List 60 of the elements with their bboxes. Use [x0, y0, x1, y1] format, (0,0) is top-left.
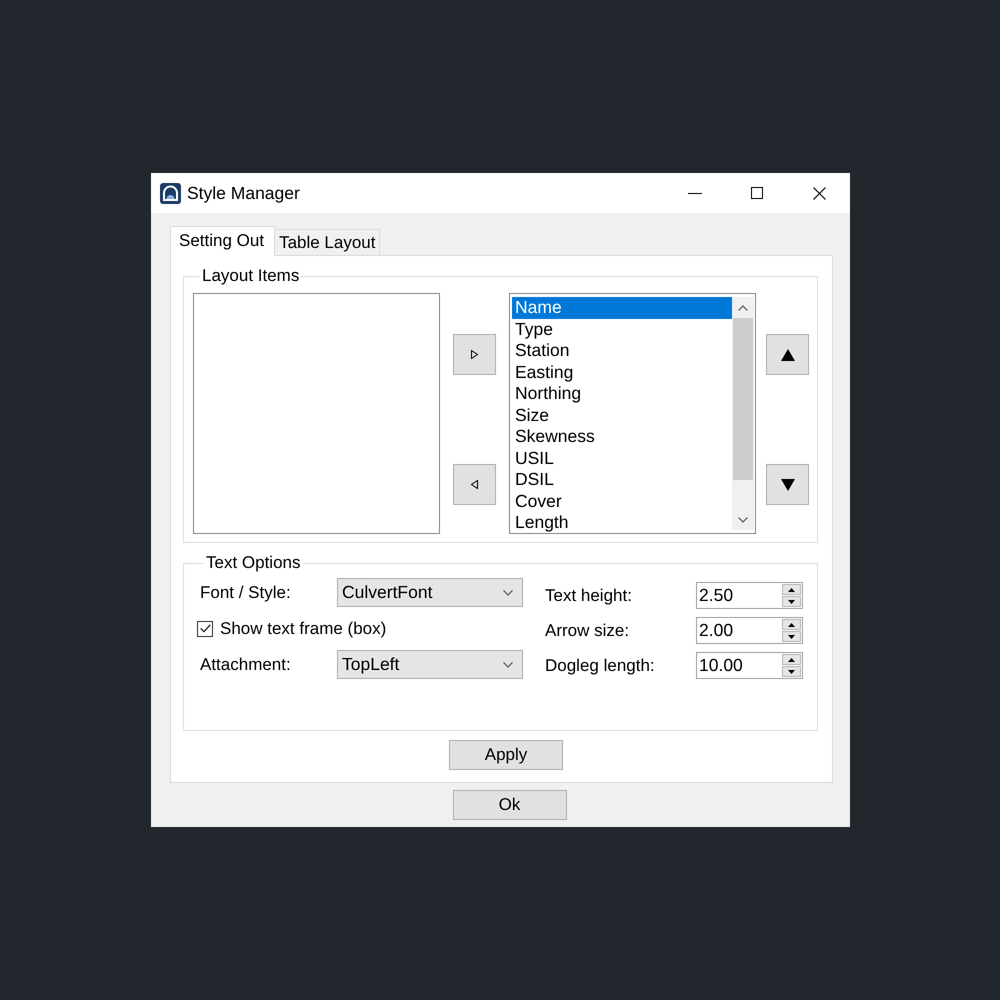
spin-box[interactable]: 2.50 — [696, 582, 803, 609]
close-icon — [812, 186, 826, 200]
window-title: Style Manager — [187, 182, 300, 204]
dropdown[interactable]: CulvertFont — [337, 578, 523, 607]
move-down-button[interactable] — [766, 464, 809, 505]
chevron-up-icon[interactable] — [738, 304, 748, 310]
triangle-right-icon — [471, 350, 478, 359]
list-item[interactable]: Length — [512, 512, 732, 534]
apply-button[interactable]: Apply — [449, 740, 563, 770]
scrollbar-thumb[interactable] — [733, 318, 753, 480]
spin-up-button[interactable] — [782, 619, 801, 630]
triangle-down-icon — [788, 634, 795, 638]
list-item[interactable]: Skewness — [512, 426, 732, 448]
list-box[interactable]: Name Type Station Easting Northing Size Skewness USIL DSIL Cover Length — [509, 293, 756, 534]
scrollbar[interactable] — [732, 297, 754, 530]
ok-button[interactable]: Ok — [452, 790, 566, 820]
dropdown[interactable]: TopLeft — [337, 650, 523, 679]
list-item[interactable]: Size — [512, 404, 732, 426]
app-icon — [160, 182, 181, 204]
checkbox[interactable] — [197, 620, 213, 636]
checkbox-label[interactable]: Show text frame (box) — [220, 618, 386, 638]
tab[interactable]: Setting Out — [170, 226, 276, 256]
field-label: Attachment: — [200, 654, 292, 674]
list-item[interactable]: Cover — [512, 490, 732, 512]
list-item[interactable]: Station — [512, 340, 732, 362]
spin-up-button[interactable] — [782, 584, 801, 595]
spin-box[interactable]: 10.00 — [696, 652, 803, 679]
spin-down-button[interactable] — [782, 666, 801, 677]
field-label: Arrow size: — [545, 620, 630, 640]
list-item[interactable]: USIL — [512, 448, 732, 469]
group-title: Layout Items — [201, 266, 300, 286]
list-item[interactable]: Northing — [512, 383, 732, 404]
triangle-down-icon — [780, 478, 794, 490]
list-item[interactable]: Type — [512, 318, 732, 340]
field-label: Font / Style: — [200, 582, 292, 602]
list-item[interactable]: Name — [512, 297, 732, 318]
checkmark-icon — [200, 624, 210, 633]
triangle-left-icon — [471, 480, 478, 489]
triangle-up-icon — [780, 348, 794, 360]
triangle-up-icon — [788, 622, 795, 626]
spin-down-button[interactable] — [782, 596, 801, 607]
maximize-icon — [751, 187, 763, 199]
minimize-icon — [688, 192, 702, 194]
chevron-down-icon[interactable] — [738, 516, 748, 522]
spin-box[interactable]: 2.00 — [696, 617, 803, 644]
move-up-button[interactable] — [766, 334, 809, 375]
group-title: Text Options — [205, 553, 302, 573]
list-item[interactable]: DSIL — [512, 469, 732, 490]
triangle-up-icon — [788, 588, 795, 592]
chevron-down-icon — [503, 662, 513, 668]
tab[interactable]: Table Layout — [275, 229, 380, 255]
spin-down-button[interactable] — [782, 631, 801, 642]
chevron-down-icon — [503, 590, 513, 596]
field-label: Text height: — [545, 586, 633, 606]
triangle-down-icon — [788, 600, 795, 604]
triangle-down-icon — [788, 670, 795, 674]
triangle-up-icon — [788, 658, 795, 662]
spin-up-button[interactable] — [782, 654, 801, 665]
list-item[interactable]: Easting — [512, 362, 732, 383]
field-label: Dogleg length: — [545, 656, 656, 676]
